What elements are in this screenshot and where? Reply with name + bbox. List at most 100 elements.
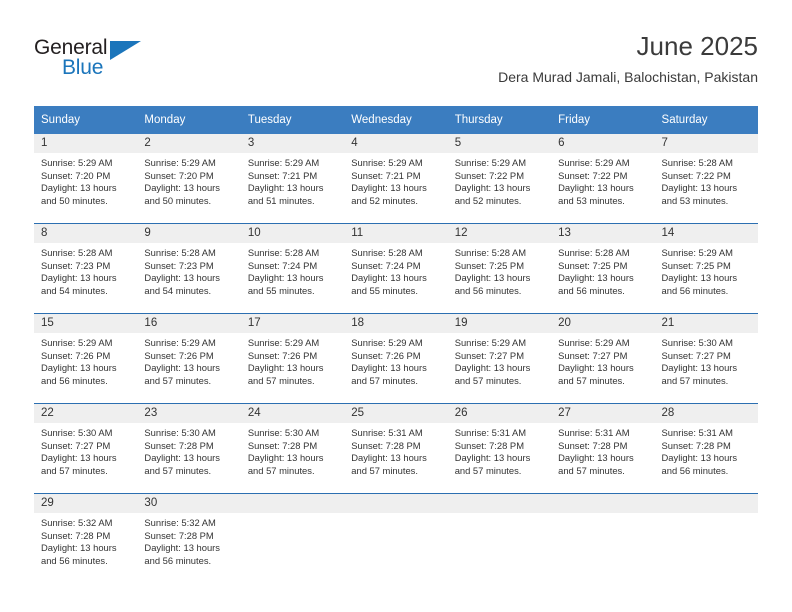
calendar-day-cell[interactable]: 25 Sunrise: 5:31 AM Sunset: 7:28 PM Dayligh… bbox=[344, 403, 448, 494]
day-details: Sunrise: 5:31 AM Sunset: 7:28 PM Daylight:… bbox=[344, 423, 447, 477]
day-details: Sunrise: 5:30 AM Sunset: 7:28 PM Daylight:… bbox=[241, 423, 344, 477]
calendar-day-cell[interactable]: 22 Sunrise: 5:30 AM Sunset: 7:27 PM Dayligh… bbox=[34, 403, 138, 494]
daylight-text-line1: Daylight: 13 hours bbox=[144, 182, 220, 194]
day-details: Sunrise: 5:29 AM Sunset: 7:20 PM Daylight:… bbox=[137, 153, 240, 207]
daylight-text-line1: Daylight: 13 hours bbox=[558, 362, 634, 374]
calendar-empty-cell bbox=[447, 493, 552, 583]
sunrise-text: Sunrise: 5:29 AM bbox=[558, 337, 630, 348]
calendar-day-cell[interactable]: 29 Sunrise: 5:32 AM Sunset: 7:28 PM Dayligh… bbox=[34, 493, 138, 583]
daylight-text-line1: Daylight: 13 hours bbox=[454, 182, 531, 194]
calendar-day-cell[interactable]: 19 Sunrise: 5:29 AM Sunset: 7:27 PM Dayligh… bbox=[447, 313, 552, 404]
calendar-day-cell[interactable]: 20 Sunrise: 5:29 AM Sunset: 7:27 PM Dayligh… bbox=[551, 313, 655, 404]
calendar-day-cell[interactable]: 7 Sunrise: 5:28 AM Sunset: 7:22 PM Daylight… bbox=[654, 134, 758, 224]
calendar-day-cell[interactable]: 21 Sunrise: 5:30 AM Sunset: 7:27 PM Dayligh… bbox=[654, 313, 758, 404]
daylight-text-line2: and 56 minutes. bbox=[144, 554, 212, 566]
calendar-day-cell[interactable]: 30 Sunrise: 5:32 AM Sunset: 7:28 PM Dayligh… bbox=[137, 493, 241, 583]
calendar-day-cell[interactable]: 23 Sunrise: 5:30 AM Sunset: 7:28 PM Dayligh… bbox=[137, 403, 241, 494]
calendar-day-cell[interactable]: 26 Sunrise: 5:31 AM Sunset: 7:28 PM Dayligh… bbox=[447, 403, 552, 494]
calendar-day-cell[interactable]: 2 Sunrise: 5:29 AM Sunset: 7:20 PM Daylight… bbox=[137, 134, 241, 224]
calendar-week-row: 15 Sunrise: 5:29 AM Sunset: 7:26 PM Dayligh… bbox=[34, 313, 758, 404]
calendar-day-cell[interactable]: 15 Sunrise: 5:29 AM Sunset: 7:26 PM Dayligh… bbox=[34, 313, 138, 404]
daylight-text-line2: and 56 minutes. bbox=[454, 284, 522, 296]
calendar-day-cell[interactable]: 3 Sunrise: 5:29 AM Sunset: 7:21 PM Daylight… bbox=[240, 134, 345, 224]
sunrise-text: Sunrise: 5:31 AM bbox=[351, 427, 423, 438]
calendar-day-cell[interactable]: 13 Sunrise: 5:28 AM Sunset: 7:25 PM Dayligh… bbox=[551, 223, 655, 314]
daylight-text-line1: Daylight: 13 hours bbox=[247, 452, 324, 464]
day-number: 2 bbox=[137, 134, 241, 153]
daylight-text-line2: and 54 minutes. bbox=[144, 284, 212, 296]
daylight-text-line2: and 53 minutes. bbox=[661, 194, 729, 206]
daylight-text-line1: Daylight: 13 hours bbox=[661, 362, 738, 374]
day-number: 18 bbox=[344, 314, 448, 333]
calendar-day-cell[interactable]: 4 Sunrise: 5:29 AM Sunset: 7:21 PM Daylight… bbox=[344, 134, 448, 224]
calendar-day-cell[interactable]: 24 Sunrise: 5:30 AM Sunset: 7:28 PM Dayligh… bbox=[240, 403, 345, 494]
daylight-text-line1: Daylight: 13 hours bbox=[144, 452, 220, 464]
daylight-text-line2: and 57 minutes. bbox=[247, 464, 315, 476]
sunset-text: Sunset: 7:27 PM bbox=[41, 439, 111, 451]
day-number: 5 bbox=[447, 134, 552, 153]
sunset-text: Sunset: 7:28 PM bbox=[454, 439, 524, 451]
calendar-empty-cell bbox=[344, 493, 448, 583]
sunset-text: Sunset: 7:28 PM bbox=[351, 439, 421, 451]
day-number: 17 bbox=[240, 314, 345, 333]
daylight-text-line1: Daylight: 13 hours bbox=[144, 542, 220, 554]
weekday-header-thursday: Thursday bbox=[447, 106, 552, 134]
calendar-day-cell[interactable]: 14 Sunrise: 5:29 AM Sunset: 7:25 PM Dayligh… bbox=[654, 223, 758, 314]
calendar-day-cell[interactable]: 10 Sunrise: 5:28 AM Sunset: 7:24 PM Dayligh… bbox=[240, 223, 345, 314]
sunset-text: Sunset: 7:25 PM bbox=[661, 259, 731, 271]
calendar-week-row: 22 Sunrise: 5:30 AM Sunset: 7:27 PM Dayligh… bbox=[34, 403, 758, 494]
sunrise-text: Sunrise: 5:29 AM bbox=[661, 247, 733, 258]
calendar-day-cell[interactable]: 5 Sunrise: 5:29 AM Sunset: 7:22 PM Daylight… bbox=[447, 134, 552, 224]
sunrise-text: Sunrise: 5:32 AM bbox=[41, 517, 113, 528]
calendar-day-cell[interactable]: 17 Sunrise: 5:29 AM Sunset: 7:26 PM Dayligh… bbox=[240, 313, 345, 404]
sunrise-text: Sunrise: 5:29 AM bbox=[454, 157, 527, 168]
calendar-day-cell[interactable]: 16 Sunrise: 5:29 AM Sunset: 7:26 PM Dayligh… bbox=[137, 313, 241, 404]
day-number: 29 bbox=[34, 494, 138, 513]
daylight-text-line2: and 56 minutes. bbox=[661, 284, 729, 296]
daylight-text-line1: Daylight: 13 hours bbox=[247, 362, 324, 374]
day-number-placeholder bbox=[344, 494, 448, 513]
daylight-text-line2: and 50 minutes. bbox=[144, 194, 212, 206]
sunset-text: Sunset: 7:21 PM bbox=[247, 169, 318, 181]
general-blue-logo[interactable]: General Blue bbox=[34, 36, 164, 84]
calendar-day-cell[interactable]: 9 Sunrise: 5:28 AM Sunset: 7:23 PM Daylight… bbox=[137, 223, 241, 314]
sunset-text: Sunset: 7:24 PM bbox=[247, 259, 318, 271]
sunrise-text: Sunrise: 5:29 AM bbox=[351, 157, 423, 168]
calendar-day-cell[interactable]: 1 Sunrise: 5:29 AM Sunset: 7:20 PM Daylight… bbox=[34, 134, 138, 224]
sunset-text: Sunset: 7:28 PM bbox=[144, 529, 214, 541]
daylight-text-line1: Daylight: 13 hours bbox=[351, 362, 427, 374]
day-number: 10 bbox=[240, 224, 345, 243]
sunset-text: Sunset: 7:22 PM bbox=[558, 169, 628, 181]
day-details: Sunrise: 5:31 AM Sunset: 7:28 PM Daylight:… bbox=[655, 423, 758, 477]
calendar-day-cell[interactable]: 27 Sunrise: 5:31 AM Sunset: 7:28 PM Dayligh… bbox=[551, 403, 655, 494]
day-details: Sunrise: 5:29 AM Sunset: 7:22 PM Daylight:… bbox=[551, 153, 654, 207]
day-number: 27 bbox=[551, 404, 655, 423]
daylight-text-line2: and 51 minutes. bbox=[247, 194, 315, 206]
day-number: 24 bbox=[240, 404, 345, 423]
calendar-day-cell[interactable]: 11 Sunrise: 5:28 AM Sunset: 7:24 PM Dayligh… bbox=[344, 223, 448, 314]
day-details: Sunrise: 5:29 AM Sunset: 7:21 PM Daylight:… bbox=[344, 153, 447, 207]
calendar-week-row: 1 Sunrise: 5:29 AM Sunset: 7:20 PM Daylight… bbox=[34, 134, 758, 224]
daylight-text-line1: Daylight: 13 hours bbox=[351, 272, 427, 284]
day-number: 1 bbox=[34, 134, 138, 153]
calendar-day-cell[interactable]: 28 Sunrise: 5:31 AM Sunset: 7:28 PM Dayligh… bbox=[654, 403, 758, 494]
weekday-header-saturday: Saturday bbox=[654, 106, 758, 134]
calendar-day-cell[interactable]: 12 Sunrise: 5:28 AM Sunset: 7:25 PM Dayligh… bbox=[447, 223, 552, 314]
day-number: 28 bbox=[654, 404, 758, 423]
calendar-day-cell[interactable]: 6 Sunrise: 5:29 AM Sunset: 7:22 PM Daylight… bbox=[551, 134, 655, 224]
page-subtitle: Dera Murad Jamali, Balochistan, Pakistan bbox=[498, 69, 758, 85]
daylight-text-line1: Daylight: 13 hours bbox=[454, 272, 531, 284]
day-details: Sunrise: 5:30 AM Sunset: 7:28 PM Daylight:… bbox=[137, 423, 240, 477]
calendar-page: General Blue June 2025 Dera Murad Jamali… bbox=[0, 0, 792, 612]
sunset-text: Sunset: 7:21 PM bbox=[351, 169, 421, 181]
sunrise-text: Sunrise: 5:31 AM bbox=[661, 427, 733, 438]
calendar-day-cell[interactable]: 8 Sunrise: 5:28 AM Sunset: 7:23 PM Daylight… bbox=[34, 223, 138, 314]
day-number: 21 bbox=[654, 314, 758, 333]
daylight-text-line2: and 57 minutes. bbox=[247, 374, 315, 386]
daylight-text-line2: and 57 minutes. bbox=[558, 464, 625, 476]
day-number: 3 bbox=[240, 134, 345, 153]
calendar-week-row: 8 Sunrise: 5:28 AM Sunset: 7:23 PM Daylight… bbox=[34, 223, 758, 314]
weekday-header-monday: Monday bbox=[137, 106, 241, 134]
calendar-empty-cell bbox=[551, 493, 655, 583]
calendar-day-cell[interactable]: 18 Sunrise: 5:29 AM Sunset: 7:26 PM Dayligh… bbox=[344, 313, 448, 404]
